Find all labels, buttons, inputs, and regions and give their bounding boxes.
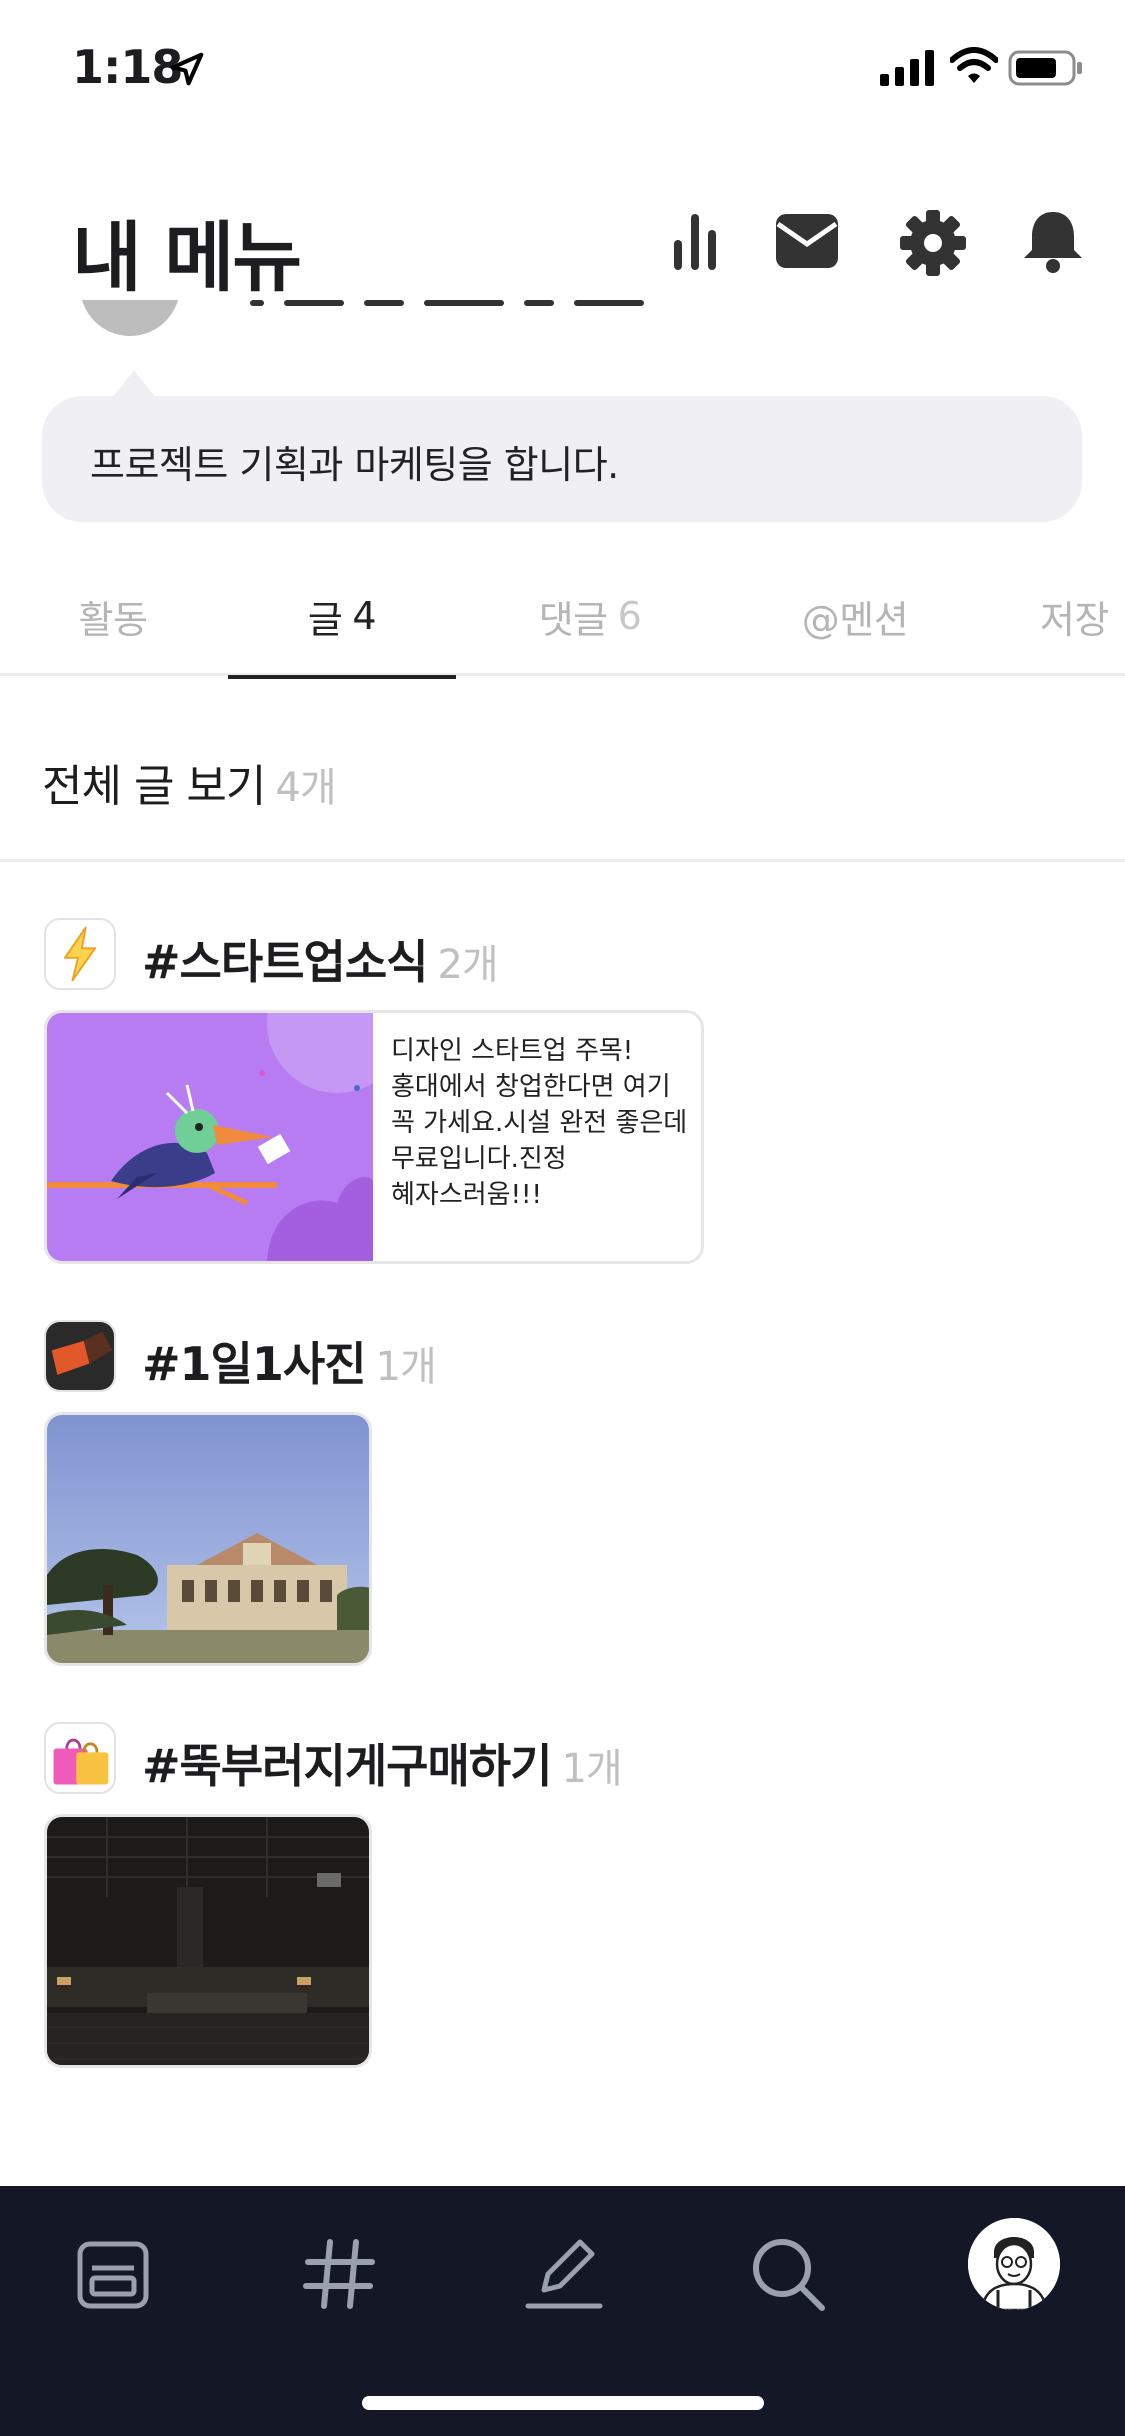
avatar (80, 300, 180, 336)
group-name: #뚝부러지게구매하기 1개 (142, 1730, 623, 1796)
profile-name-peek (250, 300, 750, 316)
cellular-signal-icon (880, 50, 934, 86)
profile-avatar-tab[interactable] (968, 2218, 1060, 2310)
group-name-label: #1일1사진 (142, 1337, 367, 1391)
group-name: #1일1사진 1개 (142, 1328, 437, 1394)
gear-icon[interactable] (898, 206, 968, 276)
group-header[interactable]: #스타트업소식 2개 (44, 918, 1084, 994)
shopping-bags-icon (44, 1722, 116, 1794)
profile-tabs: 활동 글 4 댓글 6 @멘션 저장 (0, 556, 1125, 679)
tab-activity-label: 활동 (78, 597, 148, 642)
interior-photo-thumbnail[interactable] (44, 1814, 372, 2068)
feed-icon[interactable] (74, 2234, 154, 2314)
group-name-label: #뚝부러지게구매하기 (142, 1739, 552, 1793)
bio-bubble: 프로젝트 기획과 마케팅을 합니다. (42, 370, 1082, 522)
photo-thumbnail-icon (44, 1320, 116, 1392)
tab-comments-count: 6 (617, 594, 642, 638)
post-excerpt: 디자인 스타트업 주목!홍대에서 창업한다면 여기 꼭 가세요.시설 완전 좋은… (391, 1036, 688, 1210)
section-title: 전체 글 보기 4개 (42, 750, 337, 814)
group-count: 1개 (561, 1746, 622, 1792)
group-daily-photo: #1일1사진 1개 (44, 1320, 1084, 1670)
group-name-label: #스타트업소식 (142, 935, 428, 989)
tab-posts-count: 4 (352, 594, 377, 638)
lightning-icon (44, 918, 116, 990)
building-photo-thumbnail[interactable] (44, 1412, 372, 1666)
hashtag-icon[interactable] (300, 2234, 380, 2314)
status-bar: 1:18 (0, 0, 1125, 132)
search-icon[interactable] (748, 2234, 828, 2314)
pencil-write-icon[interactable] (524, 2234, 604, 2314)
tab-mentions[interactable]: @멘션 (780, 556, 930, 676)
wifi-icon (950, 47, 998, 83)
section-count: 4개 (275, 765, 336, 811)
bio-text: 프로젝트 기획과 마케팅을 합니다. (90, 443, 619, 487)
group-shopping: #뚝부러지게구매하기 1개 (44, 1722, 1084, 2072)
mail-icon[interactable] (772, 206, 842, 276)
tab-posts-label: 글 (307, 597, 343, 642)
tab-comments-label: 댓글 (538, 597, 608, 642)
status-time: 1:18 (72, 40, 183, 94)
tab-comments[interactable]: 댓글 6 (510, 556, 670, 676)
section-title-label: 전체 글 보기 (42, 761, 266, 812)
tab-saved[interactable]: 저장 (1040, 556, 1125, 676)
page-title: 내 메뉴 (72, 213, 302, 302)
bell-icon[interactable] (1018, 206, 1088, 276)
tab-activity[interactable]: 활동 (50, 556, 176, 676)
tab-saved-label: 저장 (1040, 597, 1109, 642)
bird-illustration-thumbnail (47, 1013, 373, 1261)
group-startup-news: #스타트업소식 2개 디자인 스타트업 주목!홍대에서 창업한다면 여기 꼭 가… (44, 918, 1084, 1268)
tab-mentions-label: @멘션 (801, 597, 909, 642)
group-header[interactable]: #뚝부러지게구매하기 1개 (44, 1722, 1084, 1798)
tab-posts[interactable]: 글 4 (228, 556, 456, 679)
view-all-posts-row[interactable]: 전체 글 보기 4개 (0, 720, 1125, 862)
location-arrow-icon (170, 52, 204, 86)
home-indicator (362, 2396, 764, 2410)
stats-icon[interactable] (660, 206, 730, 276)
group-name: #스타트업소식 2개 (142, 926, 499, 992)
post-card[interactable]: 디자인 스타트업 주목!홍대에서 창업한다면 여기 꼭 가세요.시설 완전 좋은… (44, 1010, 704, 1264)
group-count: 2개 (437, 942, 498, 988)
group-count: 1개 (375, 1344, 437, 1390)
group-header[interactable]: #1일1사진 1개 (44, 1320, 1084, 1396)
battery-icon (1008, 50, 1082, 86)
